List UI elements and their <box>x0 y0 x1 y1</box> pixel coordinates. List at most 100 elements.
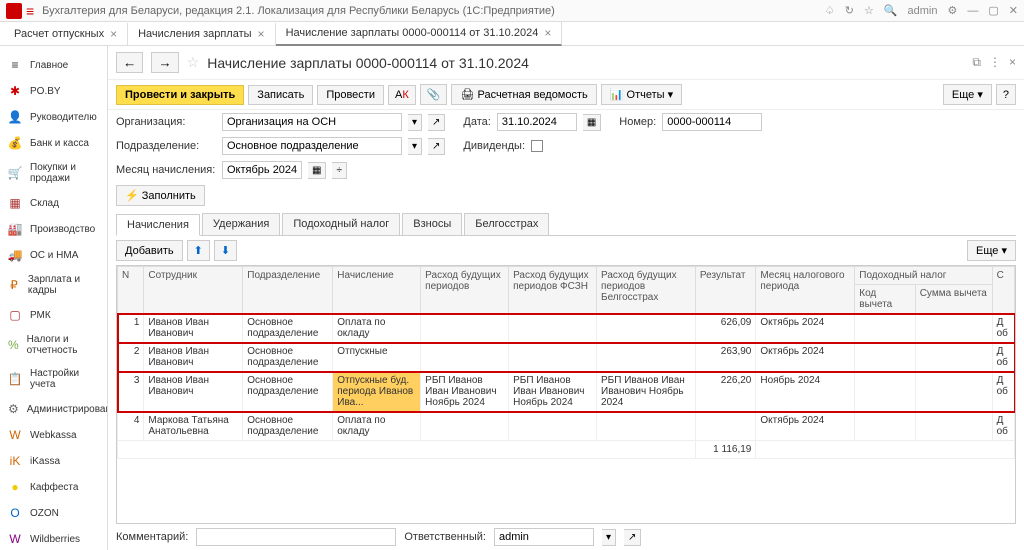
close-panel-icon[interactable]: × <box>1009 55 1016 70</box>
sidebar-item[interactable]: ⚙Администрирование <box>0 396 107 422</box>
user-label[interactable]: admin <box>908 5 938 17</box>
table-row[interactable]: 1Иванов Иван ИвановичОсновное подразделе… <box>118 314 1015 343</box>
subtab-deductions[interactable]: Удержания <box>202 213 280 235</box>
month-input[interactable] <box>222 161 302 179</box>
fill-button[interactable]: ⚡ Заполнить <box>116 185 205 206</box>
post-and-close-button[interactable]: Провести и закрыть <box>116 85 244 105</box>
close-icon[interactable]: × <box>544 26 551 40</box>
dropdown-icon[interactable]: ▾ <box>408 138 422 155</box>
open-icon[interactable]: ↗ <box>428 114 445 131</box>
accruals-grid[interactable]: N Сотрудник Подразделение Начисление Рас… <box>116 265 1016 524</box>
maximize-icon[interactable]: ▢ <box>988 4 998 17</box>
col-dept[interactable]: Подразделение <box>243 267 333 314</box>
sidebar-item[interactable]: 📋Настройки учета <box>0 362 107 396</box>
add-row-button[interactable]: Добавить <box>116 240 183 261</box>
table-row[interactable]: 4Маркова Татьяна АнатольевнаОсновное под… <box>118 412 1015 441</box>
close-icon[interactable]: × <box>258 27 265 41</box>
sidebar-item[interactable]: %Налоги и отчетность <box>0 328 107 362</box>
bell-icon[interactable]: ♤ <box>825 4 835 17</box>
sidebar-icon: ≡ <box>8 58 22 72</box>
col-accrual[interactable]: Начисление <box>333 267 421 314</box>
sidebar-item[interactable]: 🏭Производство <box>0 216 107 242</box>
star-icon[interactable]: ☆ <box>187 54 200 71</box>
open-icon[interactable]: ↗ <box>624 529 641 546</box>
move-up-button[interactable]: ⬆ <box>187 240 210 261</box>
table-row[interactable]: 2Иванов Иван ИвановичОсновное подразделе… <box>118 343 1015 372</box>
col-sum[interactable]: Сумма вычета <box>915 285 992 314</box>
sidebar-item[interactable]: ●Каффеста <box>0 474 107 500</box>
attach-button[interactable]: 📎 <box>420 84 448 105</box>
tab-vacation-calc[interactable]: Расчет отпускных× <box>4 23 128 45</box>
subtab-belgosstrakh[interactable]: Белгосстрах <box>464 213 549 235</box>
subtab-accruals[interactable]: Начисления <box>116 214 200 236</box>
sidebar-item[interactable]: ₽Зарплата и кадры <box>0 268 107 302</box>
more-icon[interactable]: ⋮ <box>989 55 1001 70</box>
write-button[interactable]: Записать <box>248 85 313 105</box>
subtab-income-tax[interactable]: Подоходный налог <box>282 213 400 235</box>
sidebar-item[interactable]: iKiKassa <box>0 448 107 474</box>
sidebar-item[interactable]: 💰Банк и касса <box>0 130 107 156</box>
help-button[interactable]: ? <box>996 84 1016 105</box>
date-input[interactable] <box>497 113 577 131</box>
calendar-icon[interactable]: ▦ <box>308 162 326 179</box>
table-row[interactable]: 3Иванов Иван ИвановичОсновное подразделе… <box>118 372 1015 412</box>
col-kod[interactable]: Код вычета <box>855 285 915 314</box>
col-exp2[interactable]: Расход будущих периодов ФСЗН <box>509 267 597 314</box>
comment-input[interactable] <box>196 528 396 546</box>
calendar-icon[interactable]: ▦ <box>583 114 601 131</box>
sidebar-item[interactable]: 👤Руководителю <box>0 104 107 130</box>
dt-kt-button[interactable]: АК <box>388 85 416 105</box>
col-exp3[interactable]: Расход будущих периодов Белгосстрах <box>597 267 696 314</box>
sidebar-item[interactable]: ✱PO.BY <box>0 78 107 104</box>
sidebar-icon: ⚙ <box>8 402 19 416</box>
sidebar-item[interactable]: WWildberries <box>0 526 107 550</box>
col-exp1[interactable]: Расход будущих периодов <box>421 267 509 314</box>
reports-button[interactable]: 📊 Отчеты ▾ <box>601 84 682 105</box>
sidebar-item[interactable]: ▦Склад <box>0 190 107 216</box>
sidebar-item-label: Производство <box>30 224 95 235</box>
open-icon[interactable]: ↗ <box>428 138 445 155</box>
tab-salary-list[interactable]: Начисления зарплаты× <box>128 23 275 45</box>
sidebar-item-label: Руководителю <box>30 112 97 123</box>
org-input[interactable] <box>222 113 402 131</box>
sidebar-item[interactable]: ▢РМК <box>0 302 107 328</box>
favorite-icon[interactable]: ☆ <box>864 4 874 17</box>
col-result[interactable]: Результат <box>695 267 755 314</box>
sidebar-item[interactable]: 🚚ОС и НМА <box>0 242 107 268</box>
sidebar-item[interactable]: 🛒Покупки и продажи <box>0 156 107 190</box>
col-s[interactable]: С <box>992 267 1014 314</box>
search-icon[interactable]: 🔍 <box>884 4 898 17</box>
sidebar-icon: ▢ <box>8 308 22 322</box>
main-menu-icon[interactable]: ≡ <box>26 3 34 19</box>
link-icon[interactable]: ⧉ <box>972 55 981 70</box>
dividends-checkbox[interactable] <box>531 140 543 152</box>
col-employee[interactable]: Сотрудник <box>144 267 243 314</box>
tab-salary-doc[interactable]: Начисление зарплаты 0000-000114 от 31.10… <box>276 22 563 46</box>
grid-more-button[interactable]: Еще ▾ <box>967 240 1016 261</box>
close-icon[interactable]: × <box>110 27 117 41</box>
dropdown-icon[interactable]: ▾ <box>408 114 422 131</box>
number-input[interactable] <box>662 113 762 131</box>
sidebar-item[interactable]: WWebkassa <box>0 422 107 448</box>
payroll-button[interactable]: 🖨 Расчетная ведомость <box>451 84 596 105</box>
history-icon[interactable]: ↻ <box>845 4 854 17</box>
sidebar-item[interactable]: ≡Главное <box>0 52 107 78</box>
minimize-icon[interactable]: — <box>967 5 978 17</box>
move-down-button[interactable]: ⬇ <box>214 240 237 261</box>
dropdown-icon[interactable]: ▾ <box>602 529 616 546</box>
post-button[interactable]: Провести <box>317 85 384 105</box>
col-n[interactable]: N <box>118 267 144 314</box>
sidebar-item[interactable]: OOZON <box>0 500 107 526</box>
nav-forward-button[interactable]: → <box>151 52 178 73</box>
settings-icon[interactable]: ⚙ <box>948 4 958 17</box>
close-icon[interactable]: ✕ <box>1009 4 1018 17</box>
total-row: 1 116,19 <box>118 441 1015 459</box>
col-taxmonth[interactable]: Месяц налогового периода <box>756 267 855 314</box>
nav-back-button[interactable]: ← <box>116 52 143 73</box>
subtab-fees[interactable]: Взносы <box>402 213 462 235</box>
dept-input[interactable] <box>222 137 402 155</box>
more-button[interactable]: Еще ▾ <box>943 84 992 105</box>
stepper-icon[interactable]: ÷ <box>332 162 347 179</box>
col-income-tax[interactable]: Подоходный налог <box>855 267 992 285</box>
responsible-input[interactable] <box>494 528 594 546</box>
